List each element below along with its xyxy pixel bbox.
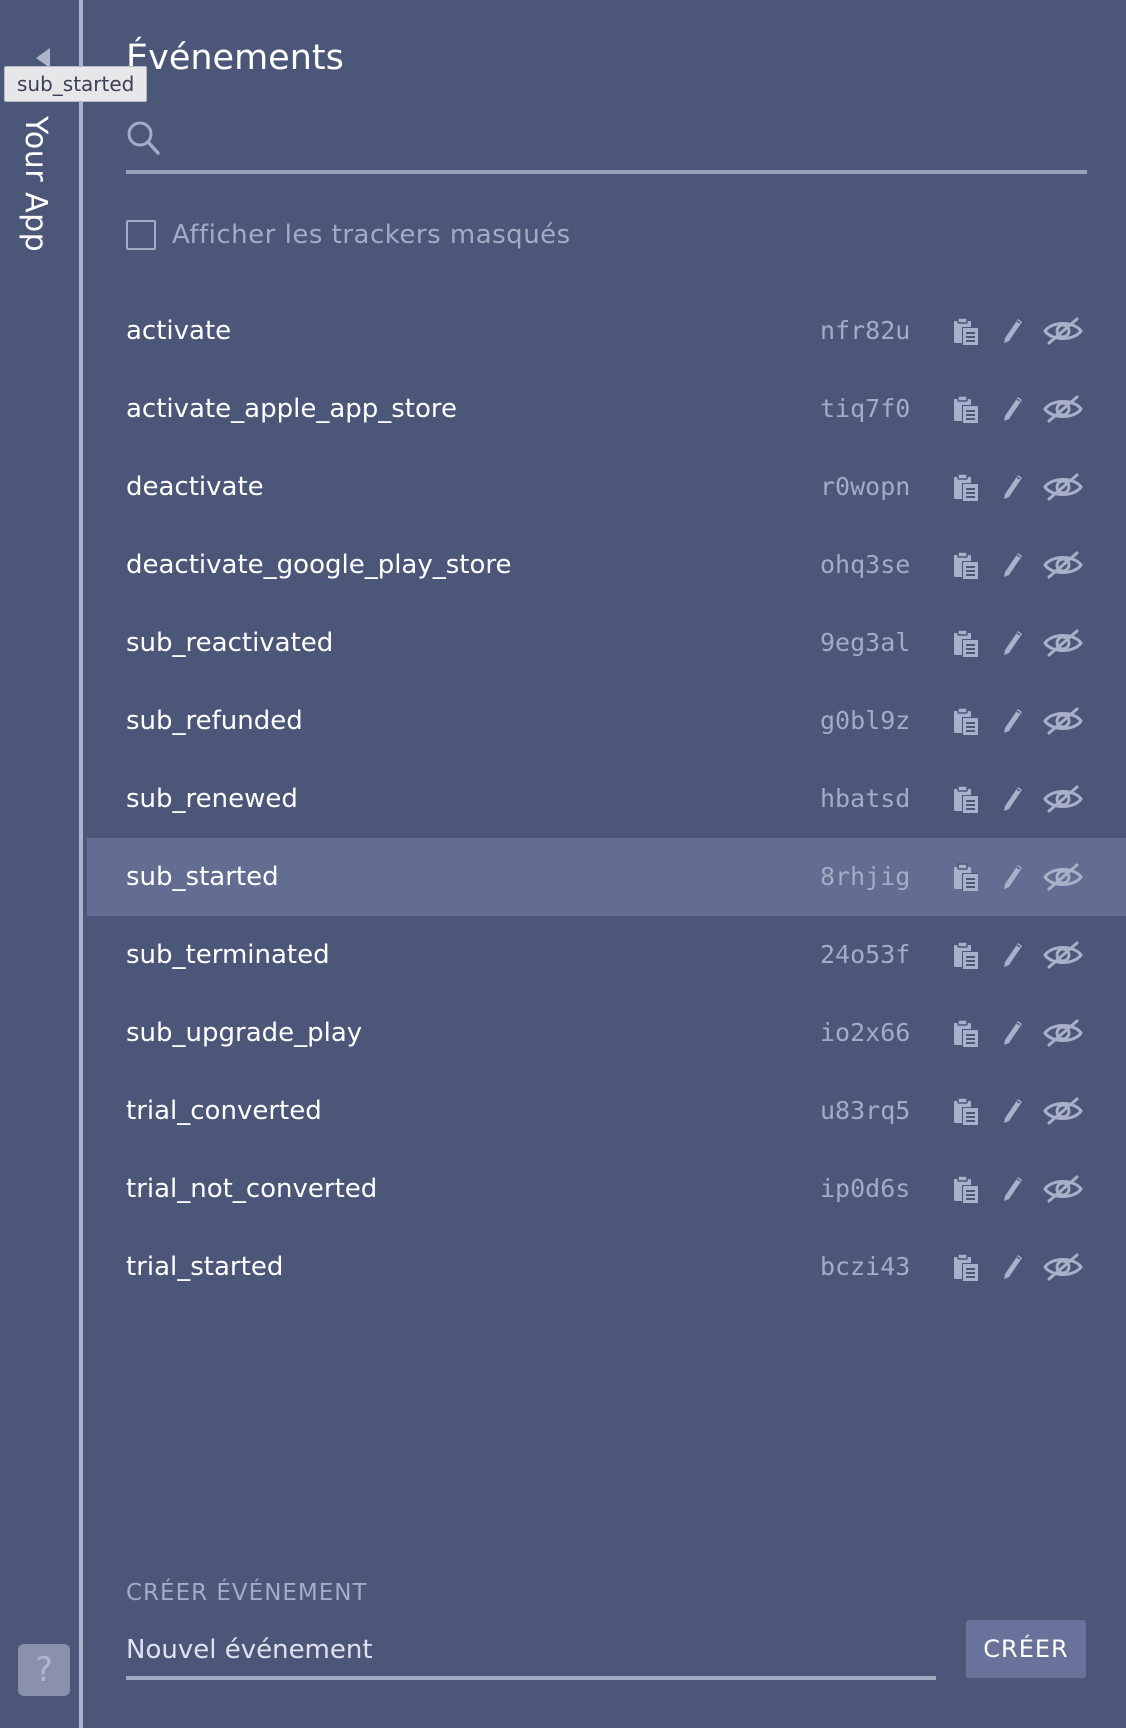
eye-slash-icon[interactable] — [1040, 544, 1086, 586]
event-row[interactable]: sub_terminated 24o53f — [87, 916, 1126, 994]
event-token: hbatsd — [820, 784, 911, 813]
eye-slash-icon[interactable] — [1040, 1168, 1086, 1210]
eye-slash-icon[interactable] — [1040, 1012, 1086, 1054]
copy-icon[interactable] — [945, 1246, 987, 1288]
event-token: io2x66 — [820, 1018, 911, 1047]
copy-icon[interactable] — [945, 934, 987, 976]
help-button[interactable]: ? — [18, 1644, 70, 1696]
copy-icon[interactable] — [945, 1090, 987, 1132]
event-row[interactable]: activate nfr82u — [87, 292, 1126, 370]
show-hidden-filter[interactable]: Afficher les trackers masqués — [126, 218, 571, 252]
pencil-icon[interactable] — [992, 1246, 1034, 1288]
pencil-icon[interactable] — [992, 1012, 1034, 1054]
eye-slash-icon[interactable] — [1040, 1246, 1086, 1288]
show-hidden-checkbox[interactable] — [126, 220, 156, 250]
copy-icon[interactable] — [945, 778, 987, 820]
eye-slash-icon[interactable] — [1040, 1090, 1086, 1132]
pencil-icon[interactable] — [992, 700, 1034, 742]
event-name: deactivate — [126, 472, 264, 502]
event-token: 24o53f — [820, 940, 911, 969]
copy-icon[interactable] — [945, 388, 987, 430]
pencil-icon[interactable] — [992, 1090, 1034, 1132]
pencil-icon[interactable] — [992, 388, 1034, 430]
event-token: tiq7f0 — [820, 394, 911, 423]
copy-icon[interactable] — [945, 466, 987, 508]
event-token: 8rhjig — [820, 862, 911, 891]
create-section-label: CRÉER ÉVÉNEMENT — [126, 1580, 368, 1606]
copy-icon[interactable] — [945, 700, 987, 742]
event-name: sub_started — [126, 862, 279, 892]
event-row[interactable]: sub_refunded g0bl9z — [87, 682, 1126, 760]
event-token: ip0d6s — [820, 1174, 911, 1203]
event-row[interactable]: sub_started 8rhjig — [87, 838, 1126, 916]
search-input[interactable] — [174, 116, 1074, 168]
event-name: sub_terminated — [126, 940, 330, 970]
event-name: sub_upgrade_play — [126, 1018, 363, 1048]
pencil-icon[interactable] — [992, 1168, 1034, 1210]
app-frame: Your App ? sub_started Événements Affich… — [0, 0, 1126, 1728]
copy-icon[interactable] — [945, 310, 987, 352]
event-list: activate nfr82u activate_apple_app_store ti… — [87, 292, 1126, 1306]
eye-slash-icon[interactable] — [1040, 856, 1086, 898]
event-token: bczi43 — [820, 1252, 911, 1281]
event-token: nfr82u — [820, 316, 911, 345]
pencil-icon[interactable] — [992, 466, 1034, 508]
event-row[interactable]: sub_renewed hbatsd — [87, 760, 1126, 838]
event-name: trial_converted — [126, 1096, 322, 1126]
event-token: u83rq5 — [820, 1096, 911, 1125]
event-name: trial_started — [126, 1252, 284, 1282]
left-rail: Your App ? — [0, 0, 83, 1728]
eye-slash-icon[interactable] — [1040, 934, 1086, 976]
pencil-icon[interactable] — [992, 310, 1034, 352]
page-title: Événements — [126, 38, 344, 78]
event-name: sub_renewed — [126, 784, 298, 814]
event-row[interactable]: sub_reactivated 9eg3al — [87, 604, 1126, 682]
eye-slash-icon[interactable] — [1040, 310, 1086, 352]
new-event-field — [126, 1624, 936, 1680]
event-name: sub_reactivated — [126, 628, 334, 658]
event-row[interactable]: trial_started bczi43 — [87, 1228, 1126, 1306]
event-token: r0wopn — [820, 472, 911, 501]
event-row[interactable]: trial_not_converted ip0d6s — [87, 1150, 1126, 1228]
tooltip: sub_started — [4, 66, 148, 102]
event-name: activate — [126, 316, 232, 346]
event-row[interactable]: activate_apple_app_store tiq7f0 — [87, 370, 1126, 448]
event-row[interactable]: deactivate r0wopn — [87, 448, 1126, 526]
pencil-icon[interactable] — [992, 778, 1034, 820]
event-row[interactable]: sub_upgrade_play io2x66 — [87, 994, 1126, 1072]
events-panel: Événements Afficher les trackers masqués… — [87, 0, 1126, 1728]
create-button[interactable]: CRÉER — [966, 1620, 1086, 1678]
event-name: activate_apple_app_store — [126, 394, 458, 424]
search-icon — [127, 121, 160, 155]
eye-slash-icon[interactable] — [1040, 388, 1086, 430]
copy-icon[interactable] — [945, 1168, 987, 1210]
event-row[interactable]: deactivate_google_play_store ohq3se — [87, 526, 1126, 604]
eye-slash-icon[interactable] — [1040, 700, 1086, 742]
pencil-icon[interactable] — [992, 934, 1034, 976]
event-name: deactivate_google_play_store — [126, 550, 512, 580]
event-row[interactable]: trial_converted u83rq5 — [87, 1072, 1126, 1150]
new-event-input[interactable] — [126, 1624, 936, 1676]
pencil-icon[interactable] — [992, 856, 1034, 898]
eye-slash-icon[interactable] — [1040, 466, 1086, 508]
search-bar — [126, 116, 1087, 174]
copy-icon[interactable] — [945, 856, 987, 898]
app-name[interactable]: Your App — [18, 116, 53, 252]
eye-slash-icon[interactable] — [1040, 622, 1086, 664]
event-name: trial_not_converted — [126, 1174, 378, 1204]
show-hidden-label: Afficher les trackers masqués — [172, 220, 571, 250]
event-name: sub_refunded — [126, 706, 303, 736]
eye-slash-icon[interactable] — [1040, 778, 1086, 820]
pencil-icon[interactable] — [992, 544, 1034, 586]
pencil-icon[interactable] — [992, 622, 1034, 664]
event-token: g0bl9z — [820, 706, 911, 735]
copy-icon[interactable] — [945, 622, 987, 664]
copy-icon[interactable] — [945, 1012, 987, 1054]
copy-icon[interactable] — [945, 544, 987, 586]
event-token: 9eg3al — [820, 628, 911, 657]
collapse-arrow-icon[interactable] — [36, 48, 50, 68]
event-token: ohq3se — [820, 550, 911, 579]
